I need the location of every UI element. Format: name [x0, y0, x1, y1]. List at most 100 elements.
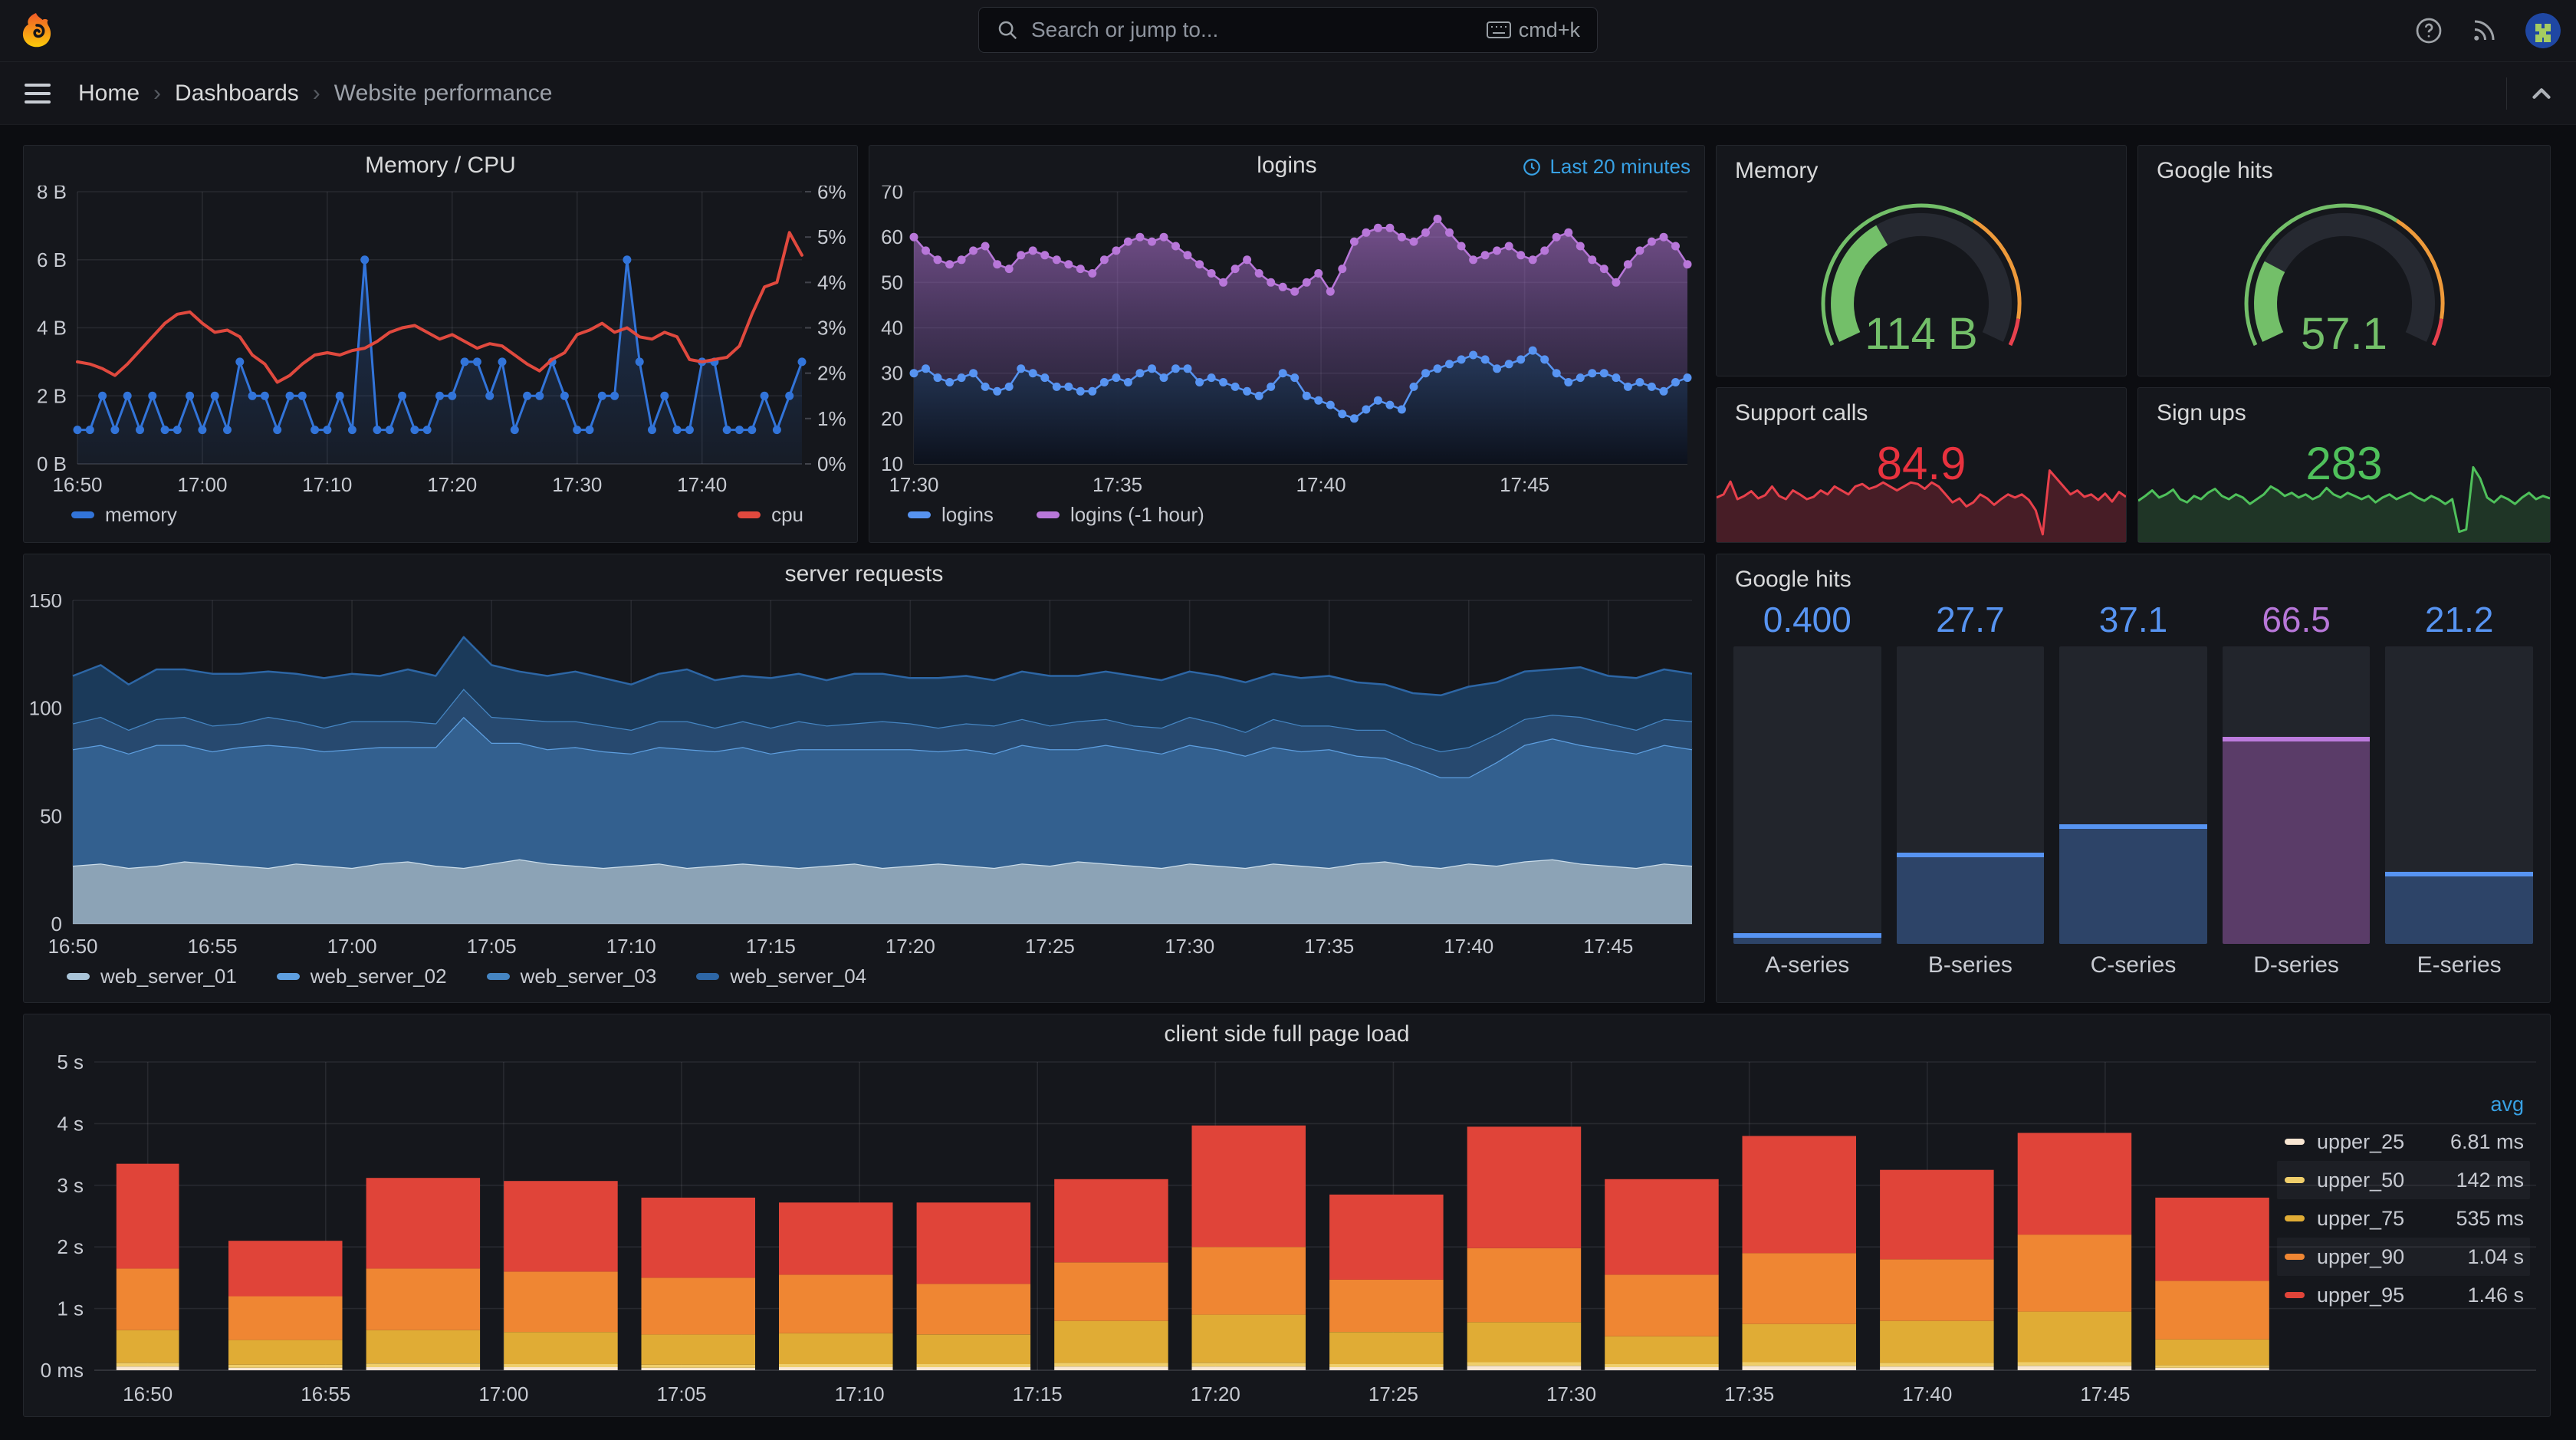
dashboard-canvas: Memory / CPU 0 B 2 B 4 B 6 B 8 B 0% 1% 2% 3% 4% 5%…	[0, 125, 2576, 1440]
legend-item-upper-25[interactable]: upper_25 6.81 ms	[2277, 1123, 2530, 1161]
gauge-value: 57.1	[2301, 309, 2387, 359]
client-load-legend: avg upper_25 6.81 ms upper_50 142 ms upper…	[2277, 1093, 2530, 1314]
legend-item-logins[interactable]: logins	[908, 503, 994, 527]
memory-cpu-chart[interactable]: 0 B 2 B 4 B 6 B 8 B 0% 1% 2% 3% 4% 5% 6% 16:50 17:00 1…	[30, 180, 857, 501]
svg-text:100: 100	[30, 697, 62, 720]
panel-server-requests: server requests 0 50 100 150 16:50 16:55 17:00…	[23, 554, 1705, 1003]
breadcrumb-separator: ›	[153, 80, 162, 106]
bar-gauge-d-series: 66.5 D-series	[2222, 599, 2371, 982]
help-icon[interactable]	[2415, 17, 2443, 44]
bar-track	[1733, 646, 1881, 944]
svg-text:20: 20	[881, 407, 903, 430]
legend-item-upper-90[interactable]: upper_90 1.04 s	[2277, 1238, 2530, 1276]
svg-text:150: 150	[30, 594, 62, 612]
search-input[interactable]: Search or jump to... cmd+k	[978, 7, 1598, 53]
svg-text:2 B: 2 B	[37, 384, 67, 407]
sign-ups-sparkline[interactable]	[2137, 456, 2551, 542]
panel-title[interactable]: Google hits	[1717, 554, 2550, 593]
svg-text:17:30: 17:30	[1546, 1382, 1596, 1405]
legend-item-cpu[interactable]: cpu	[738, 503, 803, 527]
time-range-label[interactable]: Last 20 minutes	[1522, 155, 1691, 179]
menu-icon[interactable]	[25, 83, 51, 104]
legend-item-logins-1h[interactable]: logins (-1 hour)	[1036, 503, 1204, 527]
client-load-chart[interactable]: 0 ms 1 s 2 s 3 s 4 s 5 s 16:50 16:55 17:00 17:05 1…	[30, 1050, 2550, 1417]
panel-logins: logins Last 20 minutes 10 20 30 40 50 60 70 17:…	[869, 145, 1705, 543]
bar-label: A-series	[1765, 952, 1850, 978]
breadcrumb-home[interactable]: Home	[78, 81, 140, 107]
svg-text:16:50: 16:50	[52, 473, 102, 496]
bar-gauge[interactable]: 0.400 A-series 27.7 B-series 37.1 C-seri…	[1717, 593, 2550, 987]
legend-item-web-server-01[interactable]: web_server_01	[67, 965, 237, 988]
search-icon	[998, 21, 1017, 40]
svg-text:17:40: 17:40	[677, 473, 727, 496]
legend-item-upper-75[interactable]: upper_75 535 ms	[2277, 1199, 2530, 1238]
svg-text:16:55: 16:55	[188, 935, 238, 958]
svg-text:2 s: 2 s	[57, 1235, 84, 1258]
bar-gauge-b-series: 27.7 B-series	[1896, 599, 2045, 982]
search-placeholder: Search or jump to...	[1031, 18, 1219, 41]
legend-item-web-server-03[interactable]: web_server_03	[486, 965, 656, 988]
svg-text:17:10: 17:10	[835, 1382, 885, 1405]
panel-title[interactable]: Sign ups	[2138, 388, 2550, 426]
logins-chart[interactable]: 10 20 30 40 50 60 70 17:30 17:35 17:40 17:45	[876, 180, 1704, 501]
breadcrumb-separator: ›	[312, 80, 320, 106]
svg-text:17:15: 17:15	[1013, 1382, 1063, 1405]
legend-item-upper-95[interactable]: upper_95 1.46 s	[2277, 1276, 2530, 1314]
bar-gauge-a-series: 0.400 A-series	[1733, 599, 1881, 982]
svg-text:1%: 1%	[817, 407, 846, 430]
panel-support-calls: Support calls 84.9	[1716, 387, 2127, 543]
svg-text:6%: 6%	[817, 186, 846, 203]
svg-text:16:50: 16:50	[48, 935, 97, 958]
svg-text:50: 50	[40, 804, 62, 827]
svg-text:17:20: 17:20	[1191, 1382, 1240, 1405]
legend-item-web-server-04[interactable]: web_server_04	[696, 965, 866, 988]
clock-icon	[1523, 158, 1541, 176]
server-requests-chart[interactable]: 0 50 100 150 16:50 16:55 17:00 17:05 17:10 17:15 1…	[29, 589, 1704, 963]
legend-item-web-server-02[interactable]: web_server_02	[276, 965, 447, 988]
svg-text:4 B: 4 B	[37, 317, 67, 340]
breadcrumb-dashboards[interactable]: Dashboards	[175, 81, 299, 107]
bar-gauge-e-series: 21.2 E-series	[2385, 599, 2533, 982]
legend-item-upper-50[interactable]: upper_50 142 ms	[2277, 1161, 2530, 1199]
panel-title[interactable]: Memory	[1717, 146, 2126, 184]
svg-text:3 s: 3 s	[57, 1174, 84, 1197]
svg-text:17:45: 17:45	[1583, 935, 1633, 958]
news-feed-icon[interactable]	[2470, 17, 2498, 44]
svg-text:0: 0	[51, 912, 62, 935]
svg-text:17:30: 17:30	[889, 473, 938, 496]
grafana-logo-icon[interactable]	[20, 12, 54, 49]
svg-text:17:35: 17:35	[1092, 473, 1142, 496]
panel-title[interactable]: Google hits	[2138, 146, 2550, 184]
svg-text:17:40: 17:40	[1902, 1382, 1952, 1405]
user-avatar[interactable]	[2525, 13, 2561, 48]
svg-text:16:55: 16:55	[301, 1382, 350, 1405]
bar-fill	[1733, 933, 1881, 944]
svg-text:17:05: 17:05	[467, 935, 517, 958]
svg-text:0 ms: 0 ms	[41, 1359, 84, 1382]
panel-title[interactable]: Memory / CPU	[24, 146, 857, 186]
svg-text:17:00: 17:00	[327, 935, 377, 958]
svg-text:5 s: 5 s	[57, 1054, 84, 1073]
panel-memory-gauge: Memory 114 B	[1716, 145, 2127, 376]
legend-header-avg[interactable]: avg	[2277, 1093, 2530, 1116]
bar-gauge-c-series: 37.1 C-series	[2059, 599, 2207, 982]
legend-item-memory[interactable]: memory	[71, 503, 177, 527]
svg-text:2%: 2%	[817, 362, 846, 385]
divider	[2506, 77, 2507, 110]
gauge-value: 114 B	[1865, 309, 1978, 359]
panel-title[interactable]: Support calls	[1717, 388, 2126, 426]
svg-text:16:50: 16:50	[123, 1382, 172, 1405]
panel-title[interactable]: server requests	[24, 554, 1704, 594]
svg-text:17:40: 17:40	[1296, 473, 1346, 496]
top-nav: Search or jump to... cmd+k	[0, 0, 2576, 62]
panel-sign-ups: Sign ups 283	[2137, 387, 2551, 543]
svg-text:17:45: 17:45	[1500, 473, 1549, 496]
chevron-up-icon[interactable]	[2527, 79, 2556, 108]
svg-text:5%: 5%	[817, 225, 846, 248]
support-calls-sparkline[interactable]	[1716, 456, 2127, 542]
breadcrumb-bar: Home › Dashboards › Website performance	[0, 62, 2576, 125]
svg-text:0%: 0%	[817, 452, 846, 475]
panel-title[interactable]: client side full page load	[24, 1014, 2550, 1054]
svg-text:6 B: 6 B	[37, 248, 67, 271]
svg-text:17:30: 17:30	[1165, 935, 1214, 958]
